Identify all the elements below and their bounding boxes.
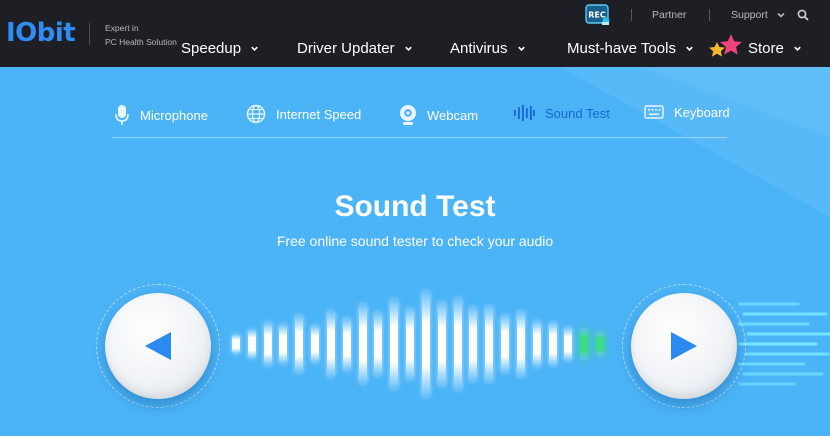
waveform-bar [342,317,351,371]
waveform-bar [311,325,320,363]
webcam-icon [400,105,416,125]
waveform-bar [326,311,335,377]
search-icon[interactable] [797,9,809,21]
waveform-bar [580,328,589,360]
chevron-down-icon [794,46,801,51]
chevron-down-icon [686,46,693,51]
chevron-down-icon [517,46,525,51]
sound-waveform [228,288,608,400]
chevron-down-icon [777,12,785,18]
waveform-bar [453,298,462,390]
microphone-icon [115,105,129,125]
waveform-bar [596,332,605,356]
tab-keyboard[interactable]: Keyboard [644,104,730,120]
menu-must-have-tools[interactable]: Must-have Tools [567,40,694,57]
tab-internet-speed-label: Internet Speed [276,106,362,122]
waveform-bar [390,298,399,390]
keyboard-icon [644,105,664,119]
utility-separator [709,9,710,21]
partner-link[interactable]: Partner [652,9,686,21]
waveform-bar [374,312,383,376]
sound-wave-icon [514,105,535,121]
star-icon [709,34,742,57]
menu-antivirus[interactable]: Antivirus [450,40,526,57]
play-left-icon [145,332,171,360]
waveform-bar [437,301,446,387]
rec-icon[interactable]: REC [585,4,611,26]
tab-microphone[interactable]: Microphone [114,104,208,126]
tab-webcam-label: Webcam [427,107,479,123]
waveform-bar [247,329,256,359]
page-subtitle: Free online sound tester to check your a… [276,233,554,249]
tab-sound-test[interactable]: Sound Test [513,104,610,122]
waveform-bar [279,323,288,365]
tagline-line-1: Expert in [105,23,139,33]
menu-speedup-label: Speedup [181,40,242,57]
play-right-icon [671,332,697,360]
waveform-bar [564,327,573,361]
play-right-speaker-button[interactable] [631,293,737,399]
menu-driver-updater-label: Driver Updater [297,40,395,57]
waveform-bar [516,311,525,377]
chevron-down-icon [251,46,258,51]
page-title: Sound Test [334,190,496,223]
menu-store[interactable]: Store [748,40,802,57]
waveform-bar [532,320,541,368]
play-left-speaker-button[interactable] [105,293,211,399]
tagline-line-2: PC Health Solution [105,37,177,47]
menu-antivirus-label: Antivirus [450,40,508,57]
waveform-bar [406,307,415,381]
utility-separator [631,9,632,21]
waveform-bar [231,334,240,354]
top-navigation-bar: IObit Expert in PC Health Solution REC P… [0,0,830,67]
svg-text:REC: REC [588,11,606,20]
menu-store-label: Store [748,40,784,57]
globe-icon [246,104,266,124]
waveform-bar [501,314,510,374]
menu-speedup[interactable]: Speedup [181,40,259,57]
tab-internet-speed[interactable]: Internet Speed [246,104,361,124]
chevron-down-icon [404,46,412,51]
speed-lines-decoration [738,302,830,386]
tab-webcam[interactable]: Webcam [399,104,478,126]
waveform-bar [485,305,494,383]
waveform-bar [548,321,557,367]
tab-keyboard-label: Keyboard [674,104,730,120]
menu-must-have-tools-label: Must-have Tools [567,40,676,57]
waveform-bar [421,291,430,397]
waveform-bar [295,314,304,374]
support-link[interactable]: Support [731,9,768,21]
iobit-logo[interactable]: IObit [6,18,76,48]
waveform-bar [469,306,478,382]
tab-sound-test-label: Sound Test [545,105,610,121]
tab-microphone-label: Microphone [140,107,208,123]
tagline: Expert in PC Health Solution [105,21,177,49]
waveform-bar [358,304,367,384]
menu-driver-updater[interactable]: Driver Updater [297,40,413,57]
tool-tabs: Microphone Internet Speed Webcam Sound T… [112,98,730,138]
logo-divider [89,23,90,45]
waveform-bar [263,321,272,367]
